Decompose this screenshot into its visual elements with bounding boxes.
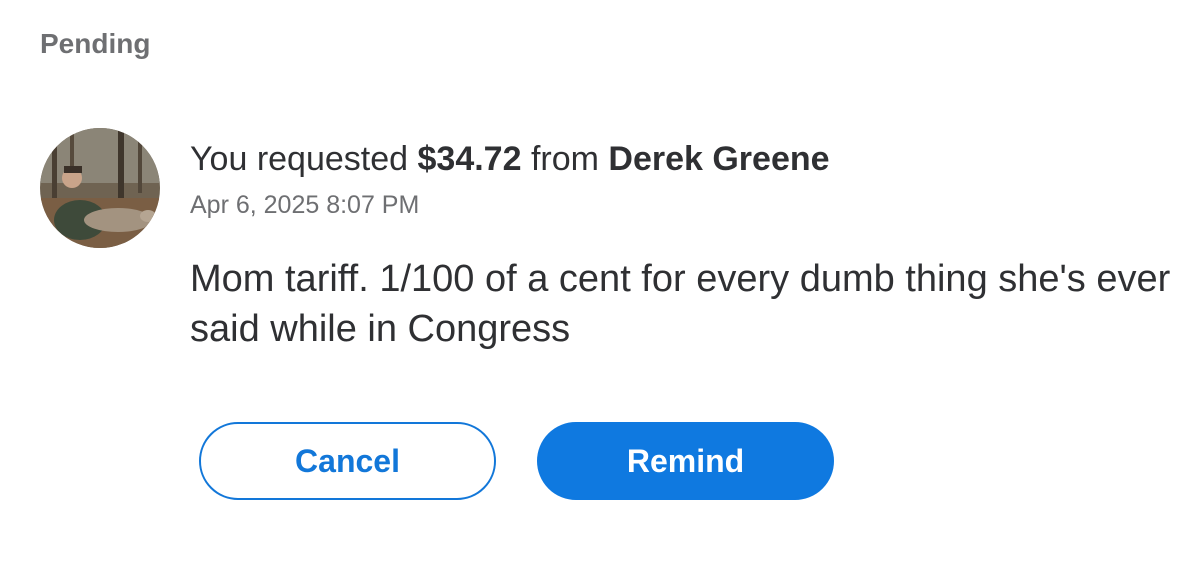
cancel-button[interactable]: Cancel — [199, 422, 496, 500]
request-story: You requested $34.72 from Derek Greene A… — [190, 138, 1180, 354]
section-header-pending: Pending — [40, 28, 151, 59]
remind-button[interactable]: Remind — [537, 422, 834, 500]
counterparty-name[interactable]: Derek Greene — [608, 140, 829, 178]
request-timestamp: Apr 6, 2025 8:07 PM — [190, 191, 420, 219]
request-title: You requested $34.72 from Derek Greene — [190, 138, 1180, 180]
request-prefix: You requested — [190, 140, 409, 178]
request-note: Mom tariff. 1/100 of a cent for every du… — [190, 258, 1171, 350]
request-connector: from — [530, 140, 599, 178]
request-amount: $34.72 — [417, 140, 522, 178]
avatar[interactable] — [40, 128, 160, 248]
avatar-photo — [40, 128, 160, 248]
